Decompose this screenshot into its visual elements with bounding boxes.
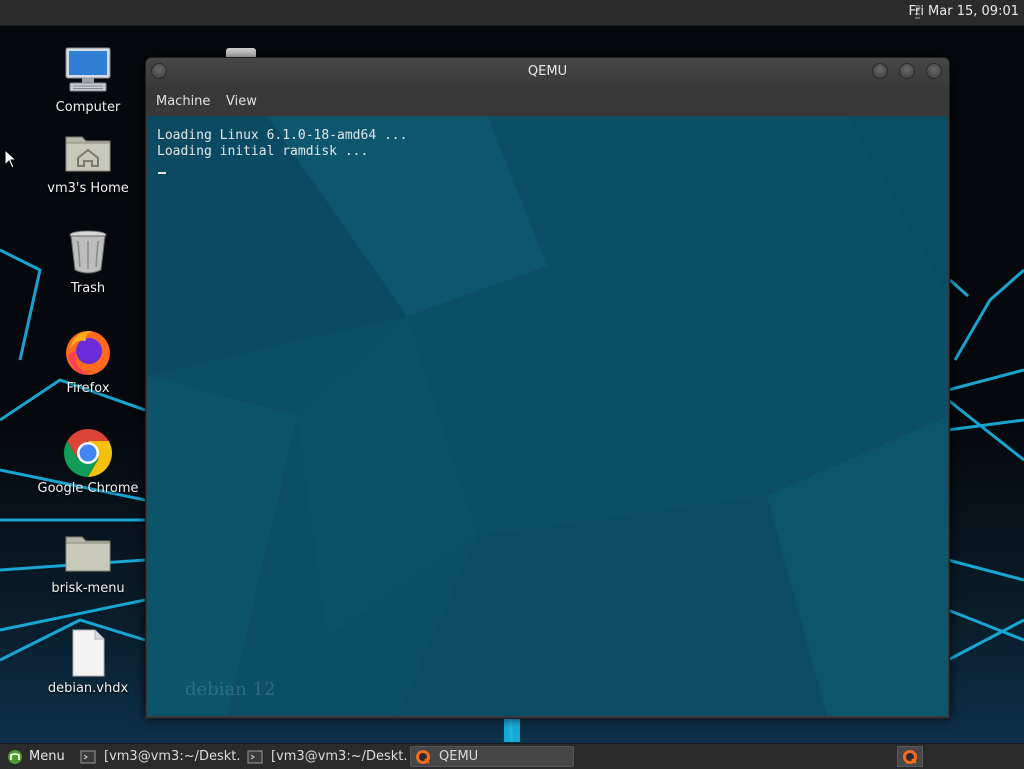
minimize-button[interactable] [872,63,888,79]
qemu-icon [903,749,917,764]
tray-qemu-button[interactable] [897,746,923,767]
taskbar-item-qemu[interactable]: QEMU [410,746,574,767]
desktop-icon-home[interactable]: vm3's Home [33,127,143,196]
mouse-pointer-icon [4,149,16,169]
firefox-icon [62,327,114,379]
guest-display[interactable]: Loading Linux 6.1.0-18-amd64 ... Loading… [147,116,948,716]
mate-menu-icon [8,749,22,764]
window-menubar: Machine View [146,86,949,116]
desktop-icon-trash[interactable]: Trash [33,227,143,296]
clock[interactable]: Fri Mar 15, 09:01 [908,4,1019,19]
terminal-icon [247,750,263,763]
taskbar-item-label: [vm3@vm3:~/Deskt... [271,749,407,764]
boot-console: Loading Linux 6.1.0-18-amd64 ... Loading… [157,128,407,160]
desktop-icon-debian-vhdx[interactable]: debian.vhdx [33,627,143,696]
home-folder-icon [62,127,114,179]
taskbar-item-label: [vm3@vm3:~/Deskt... [104,749,240,764]
desktop-icon-label: Google Chrome [37,481,139,496]
qemu-icon [416,749,430,764]
top-panel: Fri Mar 15, 09:01 [0,0,1024,26]
chrome-icon [62,427,114,479]
bottom-taskbar: Menu [vm3@vm3:~/Deskt... [vm3@vm3:~/Desk… [0,743,1024,769]
menu-button[interactable]: Menu [3,747,69,766]
desktop-icon-label: brisk-menu [51,581,125,596]
close-button[interactable] [926,63,942,79]
debian-watermark: debian 12 [185,679,276,700]
file-icon [62,627,114,679]
desktop-icon-chrome[interactable]: Google Chrome [33,427,143,496]
desktop-icon-label: Firefox [66,381,110,396]
menu-view[interactable]: View [226,94,257,109]
maximize-button[interactable] [899,63,915,79]
folder-icon [62,527,114,579]
guest-background [147,116,948,716]
trash-icon [62,227,114,279]
desktop-icon-label: vm3's Home [47,181,129,196]
taskbar-item-label: QEMU [439,749,479,764]
console-line: Loading Linux 6.1.0-18-amd64 ... [157,128,408,143]
desktop-icon-label: debian.vhdx [47,681,129,696]
text-cursor [158,172,166,174]
window-title: QEMU [527,64,568,79]
desktop-icon-label: Computer [55,100,121,115]
qemu-window: QEMU Machine View Loading Linux 6.1.0-18… [145,57,950,719]
desktop-icon-brisk-menu[interactable]: brisk-menu [33,527,143,596]
menu-label: Menu [29,749,65,764]
taskbar-item-terminal-2[interactable]: [vm3@vm3:~/Deskt... [243,746,407,767]
desktop-icon-firefox[interactable]: Firefox [33,327,143,396]
console-line: Loading initial ramdisk ... [157,144,369,159]
desktop-icon-computer[interactable]: Computer [33,46,143,115]
window-titlebar[interactable]: QEMU [146,58,949,86]
computer-icon [62,46,114,98]
taskbar-item-terminal-1[interactable]: [vm3@vm3:~/Deskt... [76,746,240,767]
menu-machine[interactable]: Machine [156,94,210,109]
terminal-icon [80,750,96,763]
desktop-icon-label: Trash [70,281,106,296]
